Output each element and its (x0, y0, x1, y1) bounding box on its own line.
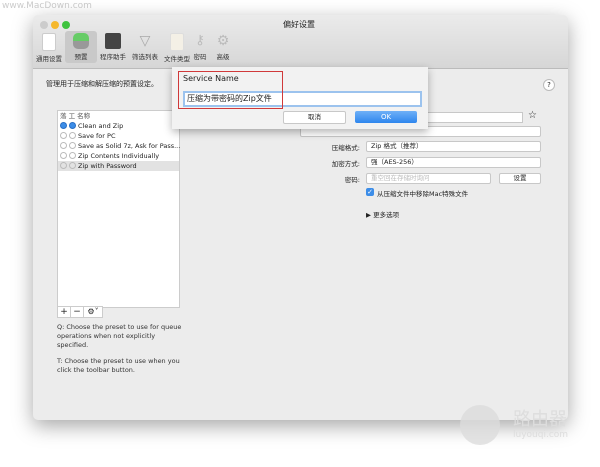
key-icon: ⚷ (195, 33, 205, 48)
terminal-icon (105, 33, 121, 49)
preset-name: Zip Contents Individually (78, 152, 160, 160)
queue-radio[interactable] (60, 152, 67, 159)
remove-mac-files-checkbox[interactable]: ✓ (366, 188, 374, 196)
toolbar-radio[interactable] (69, 142, 76, 149)
watermark-brand: 路由器 (513, 409, 567, 430)
list-controls: + − ⚙˅ (57, 306, 103, 318)
list-item[interactable]: Zip Contents Individually (58, 151, 179, 161)
remove-mac-files-label: 从压缩文件中移除Mac特殊文件 (377, 190, 469, 198)
format-popup[interactable]: Zip 格式（推荐） (366, 141, 541, 152)
tab-filters[interactable]: ▽ 筛选列表 (129, 33, 161, 61)
tab-label: 密码 (193, 53, 207, 61)
star-icon[interactable]: ☆ (528, 110, 537, 121)
ok-button[interactable]: OK (355, 111, 417, 123)
highlight-box (178, 71, 283, 109)
watermark-macdown: www.MacDown.com (2, 1, 92, 11)
list-item[interactable]: Save for PC (58, 131, 179, 141)
tab-label: 程序助手 (100, 53, 126, 61)
title-bar: 偏好设置 通用设置 预置 程序助手 ▽ 筛选列表 文件类型 ⚷ 密码 ⚙ 高级 (33, 15, 568, 69)
service-name-dialog: Service Name 压缩为带密码的Zip文件 取消 OK (172, 67, 428, 129)
cancel-button[interactable]: 取消 (283, 111, 346, 124)
description: 管理用于压缩和解压缩的预置设定。 (46, 80, 158, 88)
tab-general[interactable]: 通用设置 (33, 33, 65, 63)
preset-name: Zip with Password (78, 162, 137, 170)
preset-name: Clean and Zip (78, 122, 124, 130)
more-options-label: 更多选项 (373, 211, 400, 219)
toolbar-radio[interactable] (69, 122, 76, 129)
password-field[interactable]: 重空回在存储时询问 (366, 173, 491, 184)
encryption-popup[interactable]: 强（AES-256） (366, 157, 541, 168)
preset-list: 落 工 名称 Clean and Zip Save for PC Save as… (57, 110, 180, 308)
toolbar-radio[interactable] (69, 152, 76, 159)
tab-password[interactable]: ⚷ 密码 (188, 33, 212, 61)
set-password-button[interactable]: 设置 (499, 173, 541, 184)
gear-icon: ⚙ (216, 33, 230, 49)
password-label: 密码: (344, 176, 360, 184)
toggle-icon (73, 33, 89, 49)
preferences-window: 偏好设置 通用设置 预置 程序助手 ▽ 筛选列表 文件类型 ⚷ 密码 ⚙ 高级 管理用… (33, 15, 568, 420)
minimize-button[interactable] (51, 21, 59, 29)
remove-button[interactable]: − (71, 307, 84, 317)
more-options-disclosure[interactable]: ▶ 更多选项 (366, 209, 399, 219)
general-icon (42, 33, 56, 51)
tab-advanced[interactable]: ⚙ 高级 (211, 33, 235, 61)
preset-name: Save for PC (78, 132, 116, 140)
document-icon (170, 33, 184, 51)
help-text-t: T: Choose the preset to use when you cli… (57, 357, 180, 374)
queue-radio[interactable] (60, 132, 67, 139)
toolbar-radio[interactable] (69, 132, 76, 139)
tab-helper[interactable]: 程序助手 (97, 33, 129, 61)
add-button[interactable]: + (58, 307, 71, 317)
watermark-url: luyouqi.com (513, 430, 569, 440)
preset-name: Save as Solid 7z, Ask for Pass... (78, 142, 181, 150)
format-label: 压缩格式: (331, 144, 360, 152)
tab-label: 筛选列表 (132, 53, 158, 61)
toolbar-radio[interactable] (69, 162, 76, 169)
tab-label: 高级 (216, 53, 230, 61)
list-item-selected[interactable]: Zip with Password (58, 161, 179, 171)
tab-label: 通用设置 (36, 55, 62, 63)
window-title: 偏好设置 (283, 20, 315, 29)
gear-menu-button[interactable]: ⚙˅ (84, 307, 102, 317)
queue-radio[interactable] (60, 162, 67, 169)
tab-label: 预置 (74, 53, 88, 61)
tab-label: 文件类型 (164, 55, 190, 63)
help-text-q: Q: Choose the preset to use for queue op… (57, 323, 182, 349)
list-item[interactable]: Save as Solid 7z, Ask for Pass... (58, 141, 181, 151)
close-button[interactable] (40, 21, 48, 29)
list-header: 落 工 名称 (60, 112, 91, 120)
help-button[interactable]: ? (543, 79, 555, 91)
tab-presets[interactable]: 预置 (65, 31, 97, 63)
queue-radio[interactable] (60, 122, 67, 129)
encryption-label: 加密方式: (331, 160, 360, 168)
queue-radio[interactable] (60, 142, 67, 149)
router-logo-icon (460, 405, 500, 445)
funnel-icon: ▽ (139, 33, 151, 49)
list-item[interactable]: Clean and Zip (58, 121, 179, 131)
zoom-button[interactable] (62, 21, 70, 29)
